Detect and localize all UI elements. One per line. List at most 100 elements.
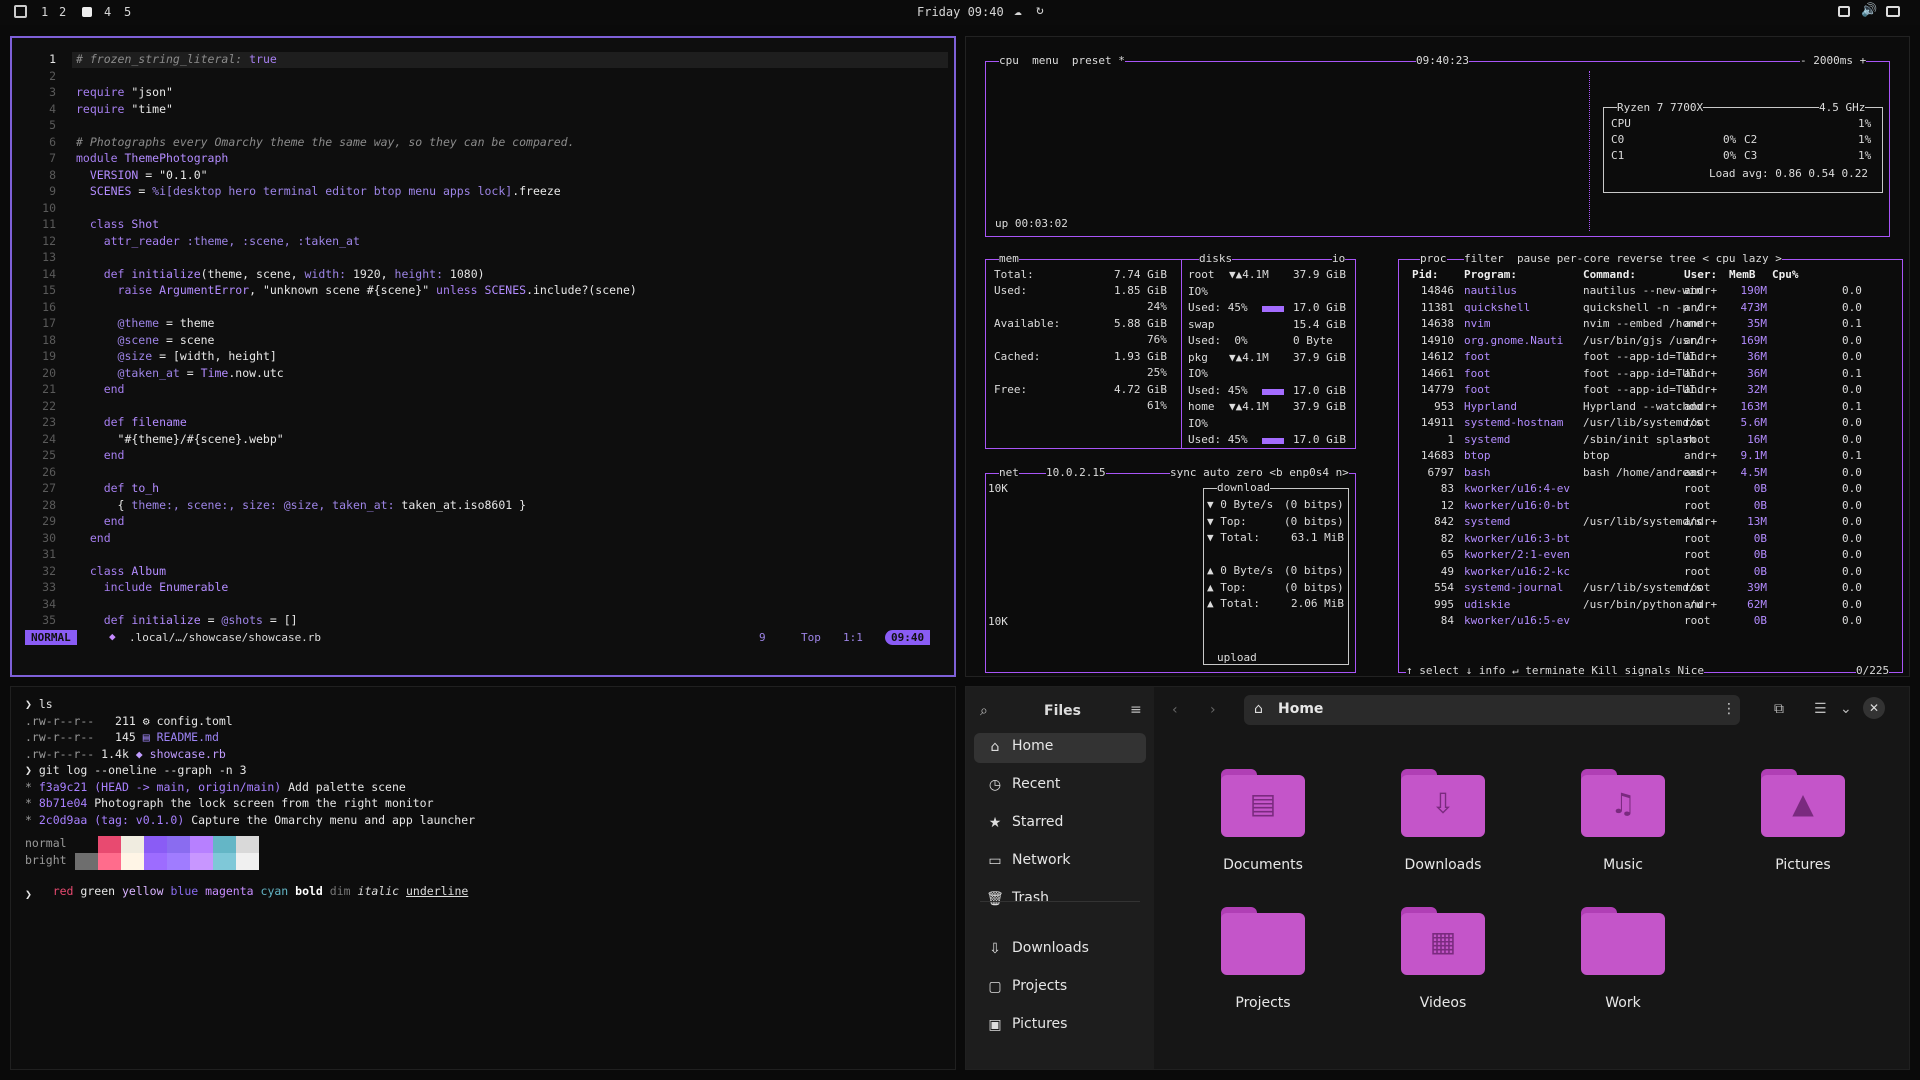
- location-menu-icon[interactable]: ⋮: [1722, 701, 1736, 717]
- code-line[interactable]: 17 @theme = theme: [12, 316, 942, 333]
- proc-cell[interactable]: foot: [1464, 350, 1491, 363]
- proc-cell[interactable]: 0.0: [1842, 301, 1862, 314]
- proc-cell[interactable]: 473M: [1729, 301, 1768, 314]
- proc-cell[interactable]: 82: [1412, 532, 1454, 545]
- proc-cell[interactable]: 84: [1412, 614, 1454, 627]
- proc-cell[interactable]: root: [1684, 532, 1711, 545]
- proc-cell[interactable]: 0.0: [1842, 581, 1862, 594]
- proc-cell[interactable]: 16M: [1729, 433, 1767, 446]
- proc-cell[interactable]: andr+: [1684, 466, 1717, 479]
- proc-cell[interactable]: 65: [1412, 548, 1454, 561]
- proc-cell[interactable]: kworker/u16:4-ev: [1464, 482, 1570, 495]
- proc-column-header[interactable]: Pid:: [1412, 268, 1439, 281]
- code-line[interactable]: 25 end: [12, 448, 942, 465]
- code-line[interactable]: 8 VERSION = "0.1.0": [12, 168, 942, 185]
- editor-window[interactable]: 1 # frozen_string_literal: true 2 3 require …: [10, 36, 956, 677]
- btop-window[interactable]: cpu menu preset * 09:40:23 - 2000ms + Ry…: [965, 36, 1910, 677]
- volume-icon[interactable]: 🔊: [1861, 3, 1877, 18]
- net-flags[interactable]: sync auto zero <b enp0s4 n>: [1170, 466, 1349, 479]
- proc-cell[interactable]: quickshell: [1464, 301, 1530, 314]
- proc-cell[interactable]: 0.0: [1842, 614, 1862, 627]
- sidebar-item-recent[interactable]: ◷ Recent: [986, 770, 1146, 802]
- proc-cell[interactable]: 0.0: [1842, 350, 1862, 363]
- code-line[interactable]: 30 end: [12, 531, 942, 548]
- code-line[interactable]: 5: [12, 118, 942, 135]
- code-line[interactable]: 15 raise ArgumentError, "unknown scene #…: [12, 283, 942, 300]
- app-menu-icon[interactable]: [14, 5, 27, 18]
- code-line[interactable]: 2: [12, 69, 942, 86]
- proc-cell[interactable]: andr+: [1684, 334, 1717, 347]
- proc-box-title[interactable]: proc: [1420, 252, 1447, 265]
- code-line[interactable]: 13: [12, 250, 942, 267]
- workspace-5[interactable]: 5: [124, 5, 131, 19]
- proc-cell[interactable]: andr+: [1684, 350, 1717, 363]
- proc-cell[interactable]: 0.0: [1842, 532, 1862, 545]
- proc-column-header[interactable]: Cpu%: [1772, 268, 1799, 281]
- proc-cell[interactable]: andr+: [1684, 284, 1717, 297]
- proc-cell[interactable]: 0B: [1729, 548, 1767, 561]
- proc-cell[interactable]: andr+: [1684, 383, 1717, 396]
- proc-cell[interactable]: 36M: [1729, 350, 1767, 363]
- proc-cell[interactable]: 0B: [1729, 532, 1767, 545]
- proc-cell[interactable]: root: [1684, 433, 1711, 446]
- view-list-icon[interactable]: ☰: [1814, 701, 1827, 717]
- proc-cell[interactable]: 953: [1412, 400, 1454, 413]
- proc-cell[interactable]: 4.5M: [1729, 466, 1768, 479]
- proc-cell[interactable]: andr+: [1684, 317, 1717, 330]
- sidebar-item-home[interactable]: ⌂ Home: [986, 732, 1146, 764]
- proc-cell[interactable]: 0.1: [1842, 400, 1862, 413]
- proc-cell[interactable]: 169M: [1729, 334, 1768, 347]
- proc-cell[interactable]: 842: [1412, 515, 1454, 528]
- proc-cell[interactable]: systemd-journal: [1464, 581, 1563, 594]
- code-line[interactable]: 33 include Enumerable: [12, 580, 942, 597]
- proc-cell[interactable]: 0.0: [1842, 515, 1862, 528]
- folder-downloads[interactable]: ⇩ Downloads: [1380, 769, 1490, 879]
- refresh-icon[interactable]: ↻: [1036, 3, 1044, 18]
- code-line[interactable]: 12 attr_reader :theme, :scene, :taken_at: [12, 234, 942, 251]
- proc-column-header[interactable]: User:: [1684, 268, 1717, 281]
- proc-cell[interactable]: /sbin/init splash: [1583, 433, 1696, 446]
- proc-cell[interactable]: 14846: [1412, 284, 1454, 297]
- code-line[interactable]: 18 @scene = scene: [12, 333, 942, 350]
- screen-icon[interactable]: [1838, 6, 1850, 17]
- code-line[interactable]: 27 def to_h: [12, 481, 942, 498]
- code-line[interactable]: 21 end: [12, 382, 942, 399]
- proc-cell[interactable]: systemd-hostnam: [1464, 416, 1563, 429]
- proc-cell[interactable]: 14910: [1412, 334, 1454, 347]
- proc-cell[interactable]: 35M: [1729, 317, 1767, 330]
- proc-cell[interactable]: 5.6M: [1729, 416, 1768, 429]
- proc-cell[interactable]: 0.0: [1842, 383, 1862, 396]
- sidebar-item-pictures[interactable]: ▣ Pictures: [986, 1010, 1146, 1042]
- sidebar-item-trash[interactable]: 🗑 Trash: [986, 884, 1146, 916]
- proc-cell[interactable]: 0.0: [1842, 482, 1862, 495]
- sidebar-item-network[interactable]: ▭ Network: [986, 846, 1146, 878]
- proc-cell[interactable]: 14779: [1412, 383, 1454, 396]
- proc-cell[interactable]: root: [1684, 614, 1711, 627]
- screenshot-icon[interactable]: ⧉: [1774, 701, 1784, 717]
- proc-cell[interactable]: nautilus: [1464, 284, 1517, 297]
- proc-cell[interactable]: 0.0: [1842, 416, 1862, 429]
- proc-cell[interactable]: 0.1: [1842, 367, 1862, 380]
- code-line[interactable]: 29 end: [12, 514, 942, 531]
- folder-work[interactable]: Work: [1560, 907, 1670, 1017]
- proc-cell[interactable]: 83: [1412, 482, 1454, 495]
- close-icon[interactable]: ✕: [1863, 697, 1885, 719]
- code-line[interactable]: 6 # Photographs every Omarchy theme the s…: [12, 135, 942, 152]
- proc-cell[interactable]: andr+: [1684, 400, 1717, 413]
- proc-cell[interactable]: 554: [1412, 581, 1454, 594]
- proc-cell[interactable]: root: [1684, 581, 1711, 594]
- proc-cell[interactable]: Hyprland: [1464, 400, 1517, 413]
- code-line[interactable]: 11 class Shot: [12, 217, 942, 234]
- proc-cell[interactable]: 14683: [1412, 449, 1454, 462]
- code-line[interactable]: 24 "#{theme}/#{scene}.webp": [12, 432, 942, 449]
- proc-cell[interactable]: bash: [1464, 466, 1491, 479]
- proc-cell[interactable]: 0.0: [1842, 466, 1862, 479]
- folder-pictures[interactable]: ▲ Pictures: [1740, 769, 1850, 879]
- workspace-4[interactable]: 4: [104, 5, 111, 19]
- proc-cell[interactable]: 0.1: [1842, 317, 1862, 330]
- proc-cell[interactable]: 14612: [1412, 350, 1454, 363]
- folder-projects[interactable]: Projects: [1200, 907, 1310, 1017]
- proc-cell[interactable]: 0.0: [1842, 548, 1862, 561]
- code-line[interactable]: 9 SCENES = %i[desktop hero terminal edit…: [12, 184, 942, 201]
- code-line[interactable]: 26: [12, 465, 942, 482]
